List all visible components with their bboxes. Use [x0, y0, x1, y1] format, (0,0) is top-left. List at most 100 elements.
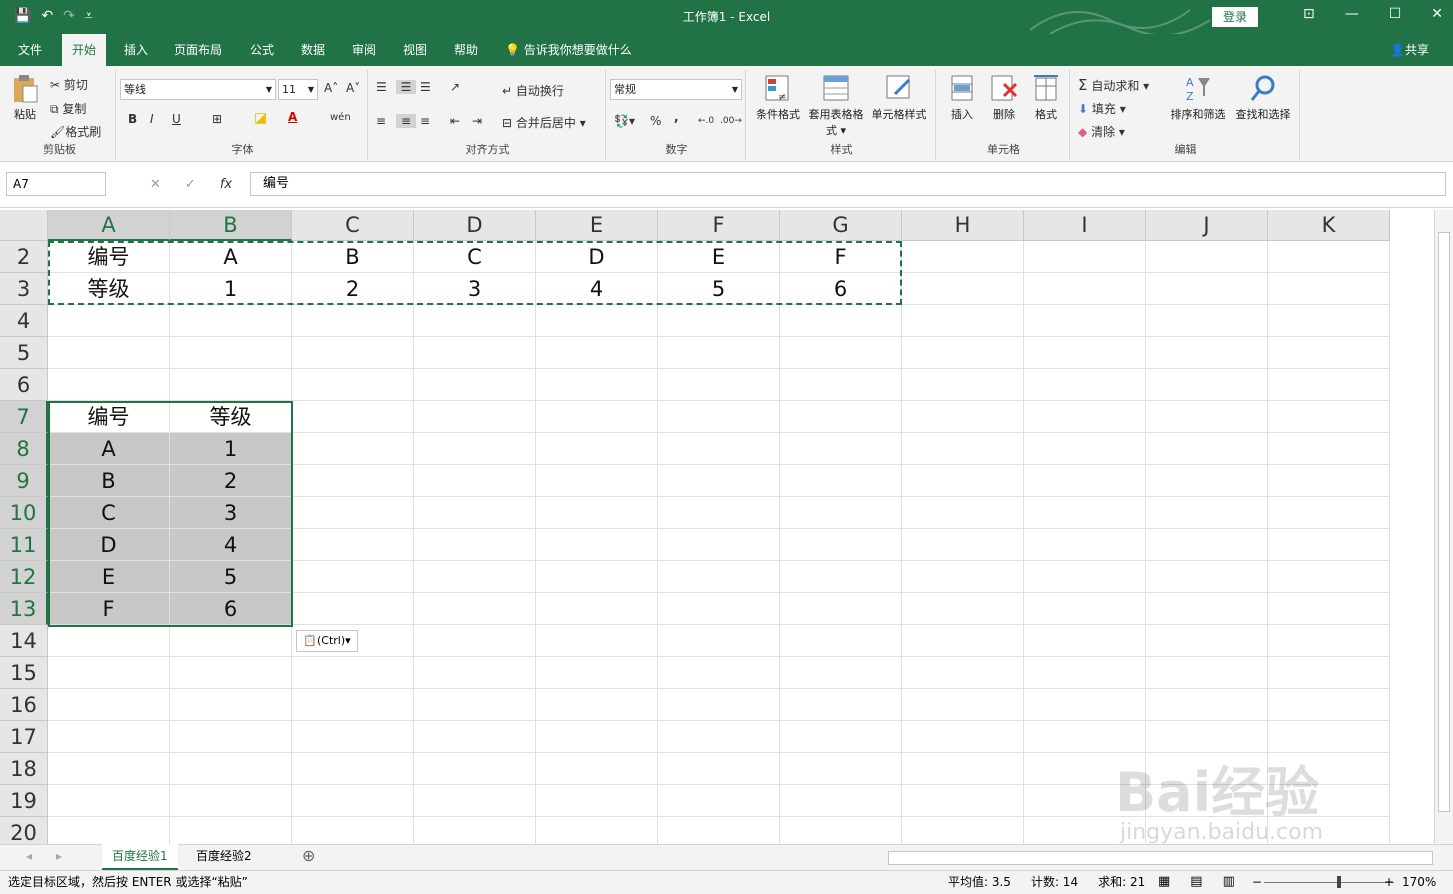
cell-a7[interactable]: 编号 [48, 401, 170, 433]
cell-c5[interactable] [292, 337, 414, 369]
cell-b18[interactable] [170, 753, 292, 785]
cell-d19[interactable] [414, 785, 536, 817]
paste-options-button[interactable]: 📋(Ctrl)▾ [296, 630, 358, 652]
cell-e14[interactable] [536, 625, 658, 657]
row-header-6[interactable]: 6 [0, 369, 48, 401]
column-header-j[interactable]: J [1146, 210, 1268, 241]
bold-button[interactable]: B [128, 112, 137, 126]
cell-j12[interactable] [1146, 561, 1268, 593]
align-right-icon[interactable]: ≡ [420, 114, 430, 128]
cell-c2[interactable]: B [292, 241, 414, 273]
cell-i11[interactable] [1024, 529, 1146, 561]
cell-c7[interactable] [292, 401, 414, 433]
cell-d16[interactable] [414, 689, 536, 721]
cell-i15[interactable] [1024, 657, 1146, 689]
cell-f15[interactable] [658, 657, 780, 689]
tab-formulas[interactable]: 公式 [240, 34, 284, 66]
share-button[interactable]: 👤共享 [1390, 34, 1429, 66]
cell-k15[interactable] [1268, 657, 1390, 689]
cell-c18[interactable] [292, 753, 414, 785]
align-center-icon[interactable]: ≡ [396, 114, 416, 128]
cell-j9[interactable] [1146, 465, 1268, 497]
cell-i18[interactable] [1024, 753, 1146, 785]
merge-center-button[interactable]: ⊟ 合并后居中 ▾ [502, 114, 586, 131]
cell-g8[interactable] [780, 433, 902, 465]
cell-g9[interactable] [780, 465, 902, 497]
cell-k10[interactable] [1268, 497, 1390, 529]
cell-k9[interactable] [1268, 465, 1390, 497]
cell-e6[interactable] [536, 369, 658, 401]
cell-h19[interactable] [902, 785, 1024, 817]
cell-i5[interactable] [1024, 337, 1146, 369]
cell-j4[interactable] [1146, 305, 1268, 337]
cell-d14[interactable] [414, 625, 536, 657]
row-header-7[interactable]: 7 [0, 401, 48, 433]
column-header-e[interactable]: E [536, 210, 658, 241]
cell-f12[interactable] [658, 561, 780, 593]
clear-button[interactable]: ◆ 清除 ▾ [1078, 123, 1125, 140]
cell-f11[interactable] [658, 529, 780, 561]
cell-b5[interactable] [170, 337, 292, 369]
cell-b16[interactable] [170, 689, 292, 721]
cell-h4[interactable] [902, 305, 1024, 337]
cell-f5[interactable] [658, 337, 780, 369]
cell-j18[interactable] [1146, 753, 1268, 785]
cell-b8[interactable]: 1 [170, 433, 292, 465]
name-box[interactable]: A7 [6, 172, 106, 196]
cell-g20[interactable] [780, 817, 902, 844]
cell-j19[interactable] [1146, 785, 1268, 817]
cell-i6[interactable] [1024, 369, 1146, 401]
cell-k5[interactable] [1268, 337, 1390, 369]
cell-d3[interactable]: 3 [414, 273, 536, 305]
cell-a16[interactable] [48, 689, 170, 721]
cell-e15[interactable] [536, 657, 658, 689]
cell-f8[interactable] [658, 433, 780, 465]
cell-c4[interactable] [292, 305, 414, 337]
cell-b19[interactable] [170, 785, 292, 817]
increase-decimal-button[interactable]: ←.0 [698, 116, 714, 126]
cell-j14[interactable] [1146, 625, 1268, 657]
row-header-15[interactable]: 15 [0, 657, 48, 689]
cell-g18[interactable] [780, 753, 902, 785]
cell-f16[interactable] [658, 689, 780, 721]
row-header-13[interactable]: 13 [0, 593, 48, 625]
cell-j11[interactable] [1146, 529, 1268, 561]
insert-function-icon[interactable]: fx [220, 177, 232, 192]
column-header-d[interactable]: D [414, 210, 536, 241]
format-as-table-button[interactable]: 套用表格格式 ▾ [806, 74, 866, 138]
cell-j2[interactable] [1146, 241, 1268, 273]
cell-e2[interactable]: D [536, 241, 658, 273]
cell-k3[interactable] [1268, 273, 1390, 305]
cell-k19[interactable] [1268, 785, 1390, 817]
cell-d20[interactable] [414, 817, 536, 844]
font-color-icon[interactable]: A [288, 110, 297, 124]
tab-file[interactable]: 文件 [8, 34, 52, 66]
cell-c9[interactable] [292, 465, 414, 497]
cell-i16[interactable] [1024, 689, 1146, 721]
cell-j16[interactable] [1146, 689, 1268, 721]
select-all-corner[interactable] [0, 210, 48, 241]
cell-a11[interactable]: D [48, 529, 170, 561]
sheet-tab-1[interactable]: 百度经验1 [102, 844, 178, 870]
cell-a14[interactable] [48, 625, 170, 657]
maximize-icon[interactable]: ☐ [1389, 6, 1402, 22]
cell-d8[interactable] [414, 433, 536, 465]
cell-j20[interactable] [1146, 817, 1268, 844]
cell-f10[interactable] [658, 497, 780, 529]
cell-e17[interactable] [536, 721, 658, 753]
cell-i3[interactable] [1024, 273, 1146, 305]
tab-insert[interactable]: 插入 [114, 34, 158, 66]
cell-d7[interactable] [414, 401, 536, 433]
cell-c20[interactable] [292, 817, 414, 844]
row-header-2[interactable]: 2 [0, 241, 48, 273]
row-header-12[interactable]: 12 [0, 561, 48, 593]
cell-b20[interactable] [170, 817, 292, 844]
find-select-button[interactable]: 查找和选择 [1230, 74, 1296, 122]
normal-view-icon[interactable]: ▦ [1158, 871, 1170, 893]
cell-e19[interactable] [536, 785, 658, 817]
cell-k11[interactable] [1268, 529, 1390, 561]
cell-g12[interactable] [780, 561, 902, 593]
cell-f3[interactable]: 5 [658, 273, 780, 305]
cell-h7[interactable] [902, 401, 1024, 433]
cell-j17[interactable] [1146, 721, 1268, 753]
